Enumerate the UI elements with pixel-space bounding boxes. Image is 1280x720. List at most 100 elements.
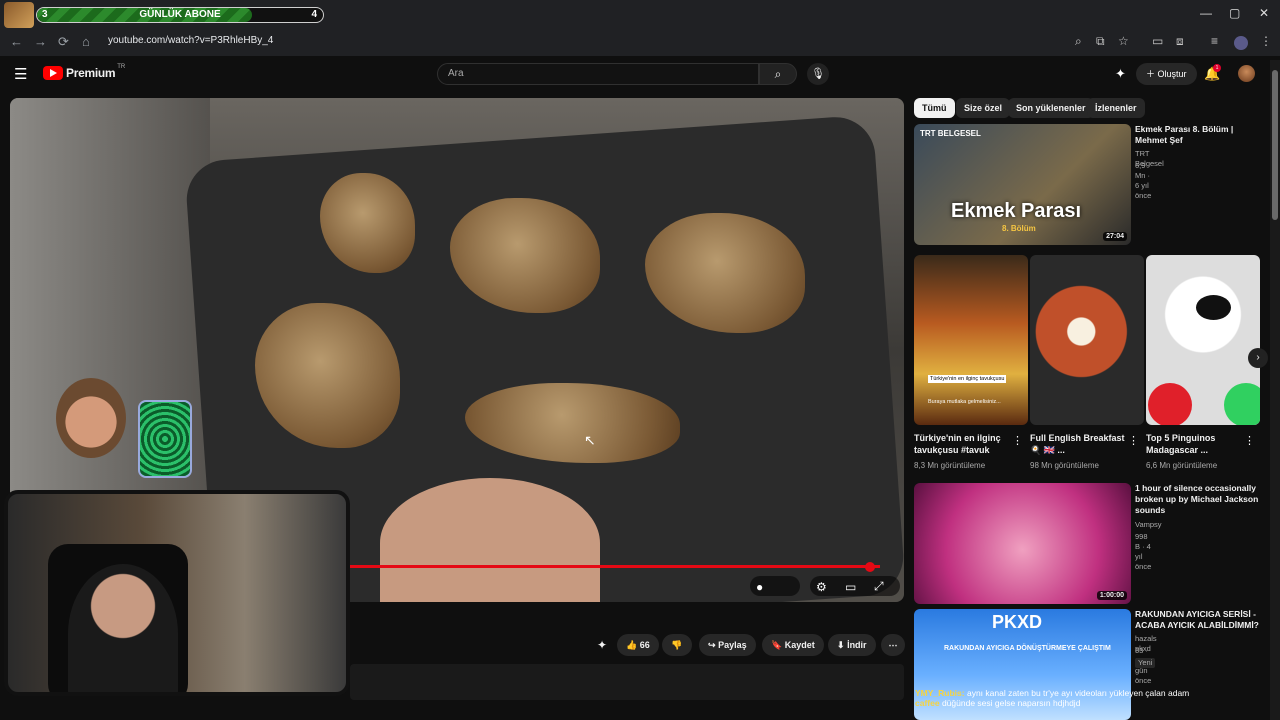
video-thumbnail[interactable]: TRT BELGESEL Ekmek Parası 8. Bölüm 27:04 bbox=[914, 124, 1131, 245]
shorts-next-arrow-icon[interactable]: › bbox=[1248, 348, 1268, 368]
short-thumbnail[interactable]: Türkiye'nin en ilginç tavukçusu Buraya m… bbox=[914, 255, 1028, 425]
settings-gear-icon[interactable]: ⚙ bbox=[816, 580, 827, 594]
youtube-logo[interactable]: Premium TR bbox=[43, 64, 126, 80]
penguin-head-image bbox=[1196, 295, 1231, 320]
short-title[interactable]: Türkiye'nin en ilginç tavukçusu #tavuk bbox=[914, 432, 1010, 456]
subscriber-goal-widget: 3 GÜNLÜK ABONE 4 bbox=[4, 2, 324, 28]
voice-search-button[interactable]: 🎙 bbox=[807, 63, 829, 85]
chat-user: YMY_Rubis: bbox=[915, 688, 965, 698]
chip-watched[interactable]: İzlenenler bbox=[1087, 98, 1145, 118]
short-title[interactable]: Full English Breakfast 🍳 🇬🇧 ... bbox=[1030, 432, 1126, 456]
short-options-kebab-icon[interactable]: ⋮ bbox=[1128, 434, 1139, 447]
forward-icon[interactable]: → bbox=[34, 34, 47, 49]
chip-for-you[interactable]: Size özel bbox=[956, 98, 1011, 118]
account-avatar[interactable] bbox=[1238, 65, 1255, 82]
sticker-face-image bbox=[56, 378, 126, 458]
extensions-icon[interactable]: ⧈ bbox=[1176, 34, 1184, 49]
sticker-jar-image bbox=[138, 400, 192, 478]
webcam-person bbox=[68, 564, 178, 692]
video-duration: 27:04 bbox=[1103, 232, 1127, 241]
video-title[interactable]: RAKUNDAN AYICIGA SERİSİ - ACABA AYICIK A… bbox=[1135, 609, 1265, 631]
share-button[interactable]: ↪ Paylaş bbox=[699, 634, 756, 656]
thumbnail-title: Ekmek Parası bbox=[951, 200, 1082, 222]
url-field[interactable]: youtube.com/watch?v=P3RhleHBy_4 bbox=[108, 35, 273, 46]
download-button[interactable]: ⬇ İndir bbox=[828, 634, 876, 656]
fullscreen-icon[interactable]: ⤢ bbox=[874, 579, 884, 594]
short-views: 98 Mn görüntüleme bbox=[1030, 461, 1099, 470]
bookmark-star-icon[interactable]: ☆ bbox=[1118, 34, 1129, 48]
youtube-play-icon bbox=[43, 66, 63, 80]
accept-call-icon bbox=[1224, 383, 1260, 425]
short-caption: Türkiye'nin en ilginç tavukçusu bbox=[928, 375, 1007, 383]
create-button[interactable]: ＋ Oluştur bbox=[1136, 63, 1197, 85]
reload-icon[interactable]: ⟳ bbox=[58, 34, 69, 50]
create-label: Oluştur bbox=[1157, 69, 1187, 79]
scrollbar-thumb[interactable] bbox=[1272, 70, 1278, 220]
chat-overlay: YMY_Rubis: aynı kanal zaten bu tr'ye ayı… bbox=[915, 688, 1265, 708]
miniplayer-icon[interactable]: ▭ bbox=[845, 580, 856, 594]
video-thumbnail[interactable]: 1:00:00 bbox=[914, 483, 1131, 604]
hamburger-menu-icon[interactable]: ☰ bbox=[14, 65, 27, 83]
back-icon[interactable]: ← bbox=[10, 34, 23, 49]
browser-title-bar: 3 GÜNLÜK ABONE 4 — ▢ ✕ bbox=[0, 0, 1280, 30]
goal-title: GÜNLÜK ABONE bbox=[139, 9, 221, 20]
address-bar: ← → ⟳ ⌂ youtube.com/watch?v=P3RhleHBy_4 … bbox=[0, 30, 1280, 56]
download-icon: ⬇ bbox=[837, 640, 845, 650]
thumbnail-badge: TRT BELGESEL bbox=[920, 129, 981, 138]
short-title[interactable]: Top 5 Pinguinos Madagascar ... bbox=[1146, 432, 1242, 456]
extension-puzzle-icon[interactable]: ✦ bbox=[1115, 66, 1126, 82]
search-input[interactable]: Ara bbox=[437, 63, 759, 85]
video-title[interactable]: Ekmek Parası 8. Bölüm | Mehmet Şef bbox=[1135, 124, 1265, 146]
like-button[interactable]: 👍 66 bbox=[617, 634, 659, 656]
profile-icon[interactable] bbox=[1234, 36, 1248, 50]
thumbnail-subtitle: RAKUNDAN AYICIGA DÖNÜŞTÜRMEYE ÇALIŞTIM bbox=[944, 645, 1111, 652]
more-actions-button[interactable]: ⋯ bbox=[881, 634, 905, 656]
chat-user: caffee bbox=[915, 698, 940, 708]
save-label: Kaydet bbox=[784, 640, 815, 650]
maximize-icon[interactable]: ▢ bbox=[1229, 6, 1240, 20]
logo-region: TR bbox=[117, 64, 126, 70]
thumbs-up-icon: 👍 bbox=[626, 640, 638, 650]
reading-list-icon[interactable]: ≡ bbox=[1211, 34, 1218, 48]
short-options-kebab-icon[interactable]: ⋮ bbox=[1012, 434, 1023, 447]
close-icon[interactable]: ✕ bbox=[1259, 6, 1269, 20]
zoom-icon[interactable]: ⌕ bbox=[1075, 34, 1082, 49]
share-label: Paylaş bbox=[718, 640, 747, 650]
chat-text: düğünde sesi gelse naparsın hdjhdjd bbox=[941, 698, 1081, 708]
new-badge: Yeni bbox=[1135, 658, 1156, 668]
cast-icon[interactable]: ▭ bbox=[1152, 34, 1163, 48]
like-count: 66 bbox=[639, 640, 650, 650]
video-meta: 6,9 Mn · 6 yıl önce bbox=[1135, 161, 1152, 200]
search-icon: ⌕ bbox=[774, 67, 782, 81]
menu-kebab-icon[interactable]: ⋮ bbox=[1260, 34, 1272, 48]
microphone-icon: 🎙 bbox=[811, 68, 825, 80]
short-caption: Buraya mutlaka gelmelisiniz... bbox=[928, 399, 1001, 405]
video-scrubber-handle[interactable] bbox=[865, 562, 875, 572]
short-thumbnail[interactable] bbox=[1030, 255, 1144, 425]
chip-recently-uploaded[interactable]: Son yüklenenler bbox=[1008, 98, 1094, 118]
thumbnail-subtitle: 8. Bölüm bbox=[1002, 224, 1036, 233]
short-views: 6,6 Mn görüntüleme bbox=[1146, 461, 1218, 470]
home-icon[interactable]: ⌂ bbox=[82, 34, 90, 49]
share-icon: ↪ bbox=[708, 640, 716, 650]
install-icon[interactable]: ⧉ bbox=[1096, 34, 1105, 49]
stream-overlay-sticker bbox=[46, 378, 196, 478]
autoplay-toggle-icon[interactable]: ● bbox=[756, 580, 763, 594]
extension-icon[interactable]: ✦ bbox=[597, 638, 607, 652]
short-thumbnail[interactable] bbox=[1146, 255, 1260, 425]
page-scrollbar[interactable] bbox=[1270, 60, 1280, 720]
short-options-kebab-icon[interactable]: ⋮ bbox=[1244, 434, 1255, 447]
save-button[interactable]: 🔖 Kaydet bbox=[762, 634, 824, 656]
video-meta: 998 B · 4 yıl önce bbox=[1135, 532, 1152, 571]
description-box[interactable] bbox=[350, 664, 904, 700]
video-title[interactable]: 1 hour of silence occasionally broken up… bbox=[1135, 483, 1265, 516]
dislike-button[interactable]: 👎 bbox=[662, 634, 692, 656]
video-duration: 1:00:00 bbox=[1096, 591, 1127, 600]
search-button[interactable]: ⌕ bbox=[759, 63, 797, 85]
chip-all[interactable]: Tümü bbox=[914, 98, 955, 118]
goal-avatar bbox=[4, 2, 34, 28]
channel-name[interactable]: Vampsy bbox=[1135, 520, 1162, 530]
minimize-icon[interactable]: — bbox=[1200, 6, 1212, 20]
streamer-webcam bbox=[4, 490, 350, 696]
notification-count-badge: 1 bbox=[1213, 64, 1221, 72]
